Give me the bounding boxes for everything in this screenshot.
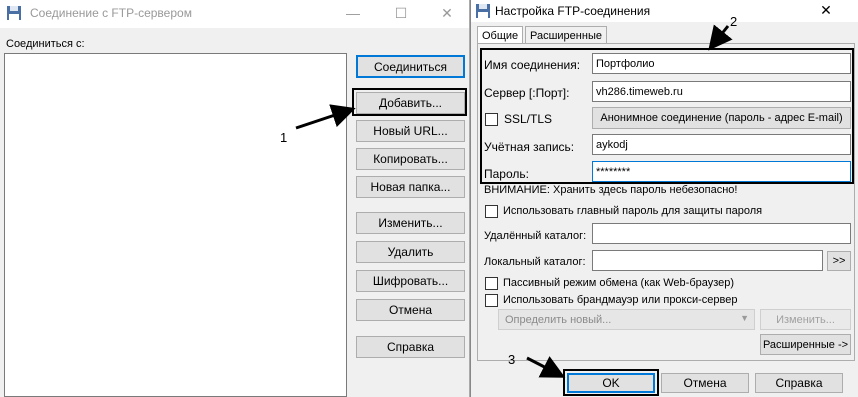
account-field[interactable]: aykodj: [592, 134, 851, 155]
password-field[interactable]: ********: [592, 161, 851, 182]
server-label: Сервер [:Порт]:: [484, 86, 570, 100]
annotation-number-3: 3: [508, 352, 516, 367]
connect-to-label: Соединиться с:: [6, 38, 85, 50]
anonymous-connection-button[interactable]: Анонимное соединение (пароль - адрес E-m…: [592, 107, 851, 129]
ssl-label: SSL/TLS: [504, 112, 553, 126]
edit-button[interactable]: Изменить...: [356, 212, 465, 234]
connection-name-field[interactable]: Портфолио: [592, 53, 851, 74]
tab-advanced[interactable]: Расширенные: [525, 26, 607, 44]
close-icon[interactable]: ✕: [811, 0, 841, 20]
firewall-label: Использовать брандмауэр или прокси-серве…: [503, 294, 738, 306]
minimize-icon[interactable]: —: [338, 3, 368, 23]
encrypt-button[interactable]: Шифровать...: [356, 270, 465, 292]
highlight-box-add: [352, 88, 467, 116]
master-password-label: Использовать главный пароль для защиты п…: [503, 205, 763, 217]
master-password-checkbox[interactable]: [485, 205, 498, 218]
new-folder-button[interactable]: Новая папка...: [356, 176, 465, 198]
firewall-select[interactable]: Определить новый... ▼: [498, 309, 755, 330]
annotation-number-2: 2: [730, 14, 738, 29]
maximize-icon[interactable]: ☐: [386, 3, 416, 23]
floppy-disk-icon: [7, 6, 21, 20]
help-button[interactable]: Справка: [356, 336, 465, 358]
passive-mode-label: Пассивный режим обмена (как Web-браузер): [503, 277, 735, 289]
remote-dir-label: Удалённый каталог:: [484, 230, 587, 242]
advanced-button[interactable]: Расширенные ->: [760, 334, 851, 355]
firewall-edit-button[interactable]: Изменить...: [760, 309, 851, 330]
local-dir-label: Локальный каталог:: [484, 256, 586, 268]
close-icon[interactable]: ✕: [432, 3, 462, 23]
password-label: Пароль:: [484, 167, 529, 181]
dialog-help-button[interactable]: Справка: [755, 373, 843, 393]
general-tab-panel: Имя соединения: Портфолио Сервер [:Порт]…: [477, 43, 855, 361]
left-titlebar: Соединение с FTP-сервером — ☐ ✕: [0, 0, 469, 28]
firewall-checkbox[interactable]: [485, 294, 498, 307]
copy-button[interactable]: Копировать...: [356, 148, 465, 170]
connect-button[interactable]: Соединиться: [356, 55, 465, 78]
chevron-down-icon: ▼: [740, 313, 749, 323]
ftp-settings-dialog: Настройка FTP-соединения ✕ Общие Расшире…: [470, 0, 858, 397]
cancel-button[interactable]: Отмена: [356, 299, 465, 321]
right-titlebar: Настройка FTP-соединения ✕: [471, 0, 858, 22]
window-title: Соединение с FTP-сервером: [30, 6, 192, 20]
firewall-select-value: Определить новый...: [505, 313, 612, 326]
connection-name-label: Имя соединения:: [484, 58, 581, 72]
connections-list[interactable]: [4, 53, 347, 397]
ftp-connect-window: Соединение с FTP-сервером — ☐ ✕ Соединит…: [0, 0, 470, 397]
server-field[interactable]: vh286.timeweb.ru: [592, 81, 851, 102]
dialog-title: Настройка FTP-соединения: [495, 4, 651, 18]
delete-button[interactable]: Удалить: [356, 241, 465, 263]
browse-button[interactable]: >>: [827, 251, 851, 271]
password-warning: ВНИМАНИЕ: Хранить здесь пароль небезопас…: [484, 184, 738, 196]
floppy-disk-icon: [476, 4, 490, 18]
local-dir-field[interactable]: [592, 250, 823, 271]
remote-dir-field[interactable]: [592, 223, 851, 244]
passive-mode-checkbox[interactable]: [485, 277, 498, 290]
ssl-checkbox[interactable]: [485, 113, 498, 126]
dialog-cancel-button[interactable]: Отмена: [661, 373, 749, 393]
new-url-button[interactable]: Новый URL...: [356, 120, 465, 142]
account-label: Учётная запись:: [484, 140, 575, 154]
annotation-number-1: 1: [280, 130, 288, 145]
highlight-box-ok: [563, 369, 659, 396]
